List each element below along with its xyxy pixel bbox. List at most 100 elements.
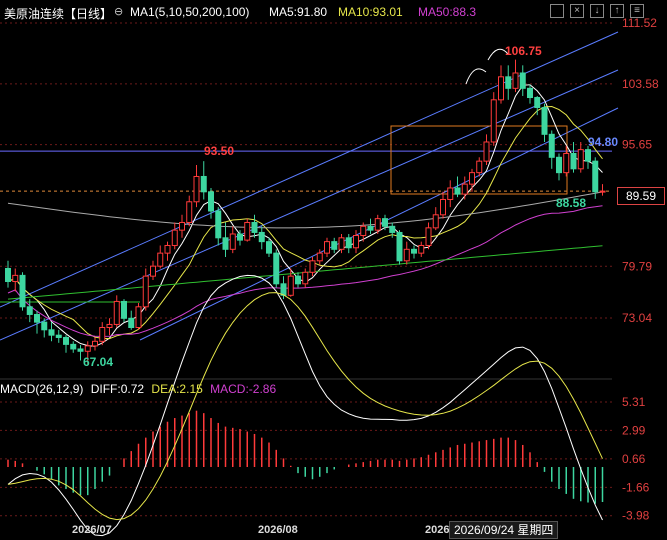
diff-line [7, 274, 603, 537]
candle [295, 275, 301, 285]
crosshair-date-badge: 2026/09/24 星期四 [449, 521, 559, 539]
candle [490, 99, 497, 143]
candle [577, 149, 584, 170]
checkbox-icon[interactable] [550, 4, 564, 18]
candle [512, 72, 519, 89]
candle [527, 87, 533, 99]
chart-canvas[interactable]: 111.52103.5895.6579.7973.045.312.990.66-… [0, 0, 667, 540]
candle [592, 160, 599, 193]
candle [55, 334, 62, 338]
candle [541, 106, 548, 135]
candle [12, 274, 19, 283]
date-axis-label: 2026/08 [258, 524, 298, 536]
price-axis-label: 103.58 [622, 77, 659, 91]
ma100-line [7, 191, 603, 229]
arrow-up-box-icon[interactable]: ↑ [610, 4, 624, 18]
candle [215, 210, 222, 239]
candle [309, 260, 316, 273]
candle [63, 336, 69, 345]
candle [440, 198, 446, 216]
candle [454, 187, 461, 195]
ma5-value: MA5:91.80 [269, 5, 328, 19]
candle [396, 231, 403, 262]
candle [302, 271, 309, 285]
candle [389, 225, 396, 233]
candle [244, 221, 251, 241]
settings-box-icon[interactable]: ≡ [630, 4, 644, 18]
candle [461, 183, 468, 195]
candle [287, 275, 294, 296]
candle [338, 237, 345, 250]
ma10-line [7, 105, 603, 340]
macd-title[interactable]: MACD(26,12,9) [0, 382, 83, 396]
dea-line [7, 292, 603, 521]
candle [403, 248, 410, 262]
instrument-title[interactable]: 美原油连续 [4, 5, 64, 22]
candle [208, 191, 214, 212]
candle [5, 267, 11, 283]
candle [353, 235, 359, 249]
candle [171, 229, 178, 246]
candle [280, 283, 287, 296]
candle [374, 218, 381, 231]
macd-diff: DIFF:0.72 [90, 382, 145, 396]
ma-title[interactable]: MA1(5,10,50,200,100) [130, 5, 249, 19]
price-axis-label: 79.79 [622, 259, 652, 273]
candle [222, 237, 229, 250]
candle [19, 274, 26, 308]
macd-header: MACD(26,12,9) DIFF:0.72 DEA:2.15 MACD:-2… [0, 382, 280, 396]
candle [113, 300, 120, 325]
candle [447, 187, 454, 200]
date-axis-label: 2026/07 [72, 524, 112, 536]
candle [273, 252, 280, 285]
current-price-badge: 89.59 [617, 187, 665, 205]
candle [556, 156, 562, 174]
period-label[interactable]: 【日线】 [64, 5, 112, 22]
macd-axis-label: 2.99 [622, 423, 646, 437]
candle [186, 201, 193, 223]
macd-axis-label: 0.66 [622, 452, 646, 466]
arrow-down-box-icon[interactable]: ↓ [590, 4, 604, 18]
candle [26, 306, 33, 315]
candle [237, 233, 243, 241]
candle [519, 72, 526, 89]
candle [193, 175, 200, 203]
macd-axis-label: -1.66 [622, 480, 650, 494]
candle [150, 265, 156, 277]
candle [229, 233, 236, 250]
candle [367, 225, 374, 231]
candle [106, 323, 113, 329]
level-annotation: 94.80 [588, 135, 618, 149]
high-annotation: 106.75 [505, 44, 542, 58]
date-axis-label: 2026 [425, 524, 449, 536]
candle [505, 76, 512, 89]
candle [425, 227, 432, 246]
candle [251, 221, 258, 233]
candle [360, 225, 367, 237]
candle [135, 306, 142, 329]
candle [548, 133, 555, 158]
candle [70, 343, 77, 350]
candle [41, 321, 48, 331]
price-axis-label: 95.65 [622, 138, 652, 152]
candle [157, 252, 164, 267]
candle [411, 248, 417, 254]
candle [563, 152, 570, 174]
low-annotation: 67.04 [83, 355, 113, 369]
candle [266, 241, 272, 254]
candle [121, 300, 127, 319]
candle [418, 244, 425, 254]
close-box-icon[interactable]: × [570, 4, 584, 18]
macd-dea: DEA:2.15 [151, 382, 203, 396]
toggle-circle-icon[interactable]: ⊖ [114, 5, 123, 18]
macd-axis-label: -3.98 [622, 509, 650, 523]
candle [84, 345, 91, 352]
arc-shape [465, 68, 487, 85]
ma10-value: MA10:93.01 [338, 5, 403, 19]
candle [476, 160, 483, 174]
chart-header: 美原油连续 【日线】 ⊖ MA1(5,10,50,200,100) MA5:91… [0, 0, 667, 22]
candle [331, 241, 338, 250]
candle [48, 329, 55, 336]
candle [483, 141, 490, 162]
candle [164, 244, 171, 254]
